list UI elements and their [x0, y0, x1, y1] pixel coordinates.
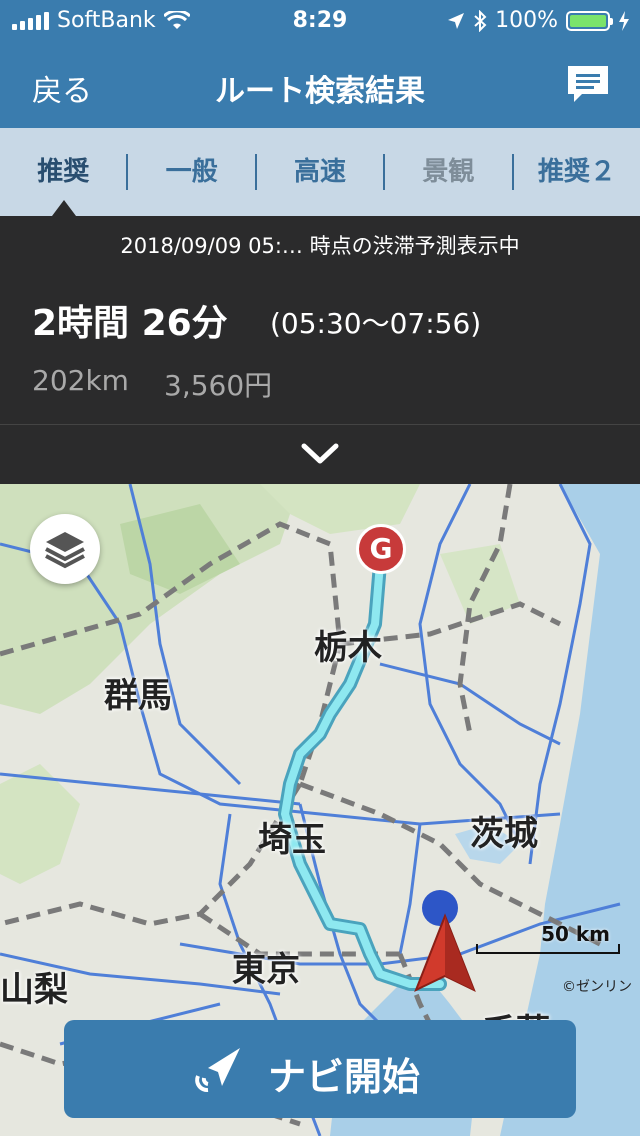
- route-duration: 2時間 26分: [32, 303, 228, 344]
- map-label-gunma: 群馬: [104, 676, 172, 716]
- tab-highway[interactable]: 高速: [254, 154, 383, 190]
- navigation-arrow-icon: [195, 1048, 240, 1092]
- current-location-icon[interactable]: [412, 912, 478, 994]
- status-right: 100%: [447, 8, 630, 33]
- map-label-yamanashi: 山梨: [0, 970, 68, 1010]
- nav-bar: 戻る ルート検索結果: [0, 40, 640, 128]
- charging-icon: [619, 10, 629, 31]
- start-navigation-button[interactable]: ナビ開始: [64, 1020, 576, 1118]
- map-copyright: ©ゼンリン: [562, 979, 632, 995]
- battery-icon: [566, 10, 613, 31]
- message-icon[interactable]: [566, 64, 610, 104]
- bluetooth-icon: [474, 9, 487, 32]
- map-label-tochigi: 栃木: [314, 628, 382, 668]
- traffic-forecast-notice: 2018/09/09 05:… 時点の渋滞予測表示中: [120, 234, 520, 258]
- map-label-saitama: 埼玉: [258, 820, 326, 860]
- tab-recommended-2[interactable]: 推奨２: [511, 154, 640, 190]
- map-label-tokyo: 東京: [232, 950, 300, 990]
- layers-icon: [45, 532, 85, 569]
- start-navigation-label: ナビ開始: [268, 1055, 421, 1099]
- goal-marker[interactable]: G: [356, 524, 406, 574]
- route-tabs: 推奨 一般 高速 景観 推奨２: [0, 128, 640, 216]
- location-arrow-icon: [448, 12, 465, 29]
- route-toll-cost: 3,560円: [164, 369, 273, 402]
- tab-recommended[interactable]: 推奨: [0, 154, 126, 190]
- scale-bar: [476, 944, 620, 954]
- tab-general[interactable]: 一般: [126, 154, 254, 190]
- expand-details-button[interactable]: [0, 424, 640, 485]
- route-summary: 2018/09/09 05:… 時点の渋滞予測表示中 2時間 26分 (05:3…: [0, 216, 640, 424]
- map-label-ibaraki: 茨城: [470, 814, 538, 854]
- route-time-range: (05:30〜07:56): [270, 307, 482, 340]
- tab-scenic[interactable]: 景観: [383, 154, 511, 190]
- scale-text: 50 km: [541, 922, 610, 946]
- map-scale: 50 km: [476, 922, 620, 954]
- chevron-down-icon: [301, 443, 339, 464]
- route-distance: 202km: [32, 364, 129, 397]
- page-title: ルート検索結果: [215, 74, 425, 109]
- status-bar: SoftBank 8:29 100%: [0, 0, 640, 40]
- map-layers-button[interactable]: [30, 514, 100, 584]
- battery-percent: 100%: [495, 8, 558, 33]
- selected-tab-indicator: [52, 200, 76, 216]
